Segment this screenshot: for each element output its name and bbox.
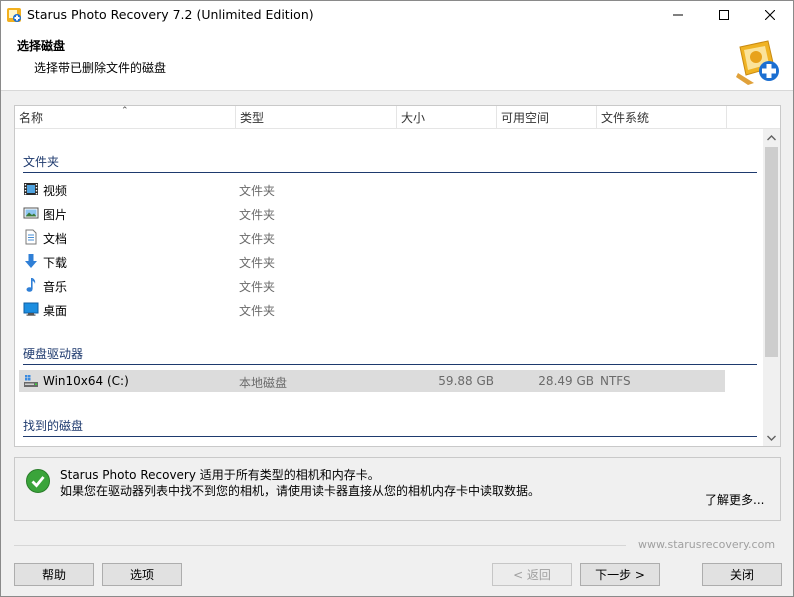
list-item-folder[interactable]: 音乐 文件夹 — [19, 274, 725, 296]
item-type: 文件夹 — [239, 256, 276, 270]
group-divider — [23, 172, 757, 173]
list-item-folder[interactable]: 图片 文件夹 — [19, 202, 725, 224]
document-icon — [25, 229, 37, 245]
list-item-folder[interactable]: 文档 文件夹 — [19, 226, 725, 248]
chevron-down-icon — [767, 435, 776, 441]
column-file-system[interactable]: 文件系统 — [597, 106, 727, 129]
scroll-thumb[interactable] — [765, 147, 778, 357]
item-type: 本地磁盘 — [239, 376, 288, 390]
close-button[interactable]: 关闭 — [702, 563, 782, 586]
column-free-space[interactable]: 可用空间 — [497, 106, 597, 129]
column-type[interactable]: 类型 — [236, 106, 397, 129]
group-drives-label: 硬盘驱动器 — [23, 347, 84, 361]
item-free-space: 28.49 GB — [538, 374, 594, 388]
item-name: 文档 — [43, 232, 68, 246]
info-line-1: Starus Photo Recovery 适用于所有类型的相机和内存卡。 — [60, 468, 380, 482]
group-divider — [23, 364, 757, 365]
options-button[interactable]: 选项 — [102, 563, 182, 586]
item-name: Win10x64 (C:) — [43, 374, 129, 388]
back-button[interactable]: < 返回 — [492, 563, 572, 586]
list-item-folder[interactable]: 桌面 文件夹 — [19, 298, 725, 320]
item-name: 下载 — [43, 256, 68, 270]
desktop-icon — [23, 302, 39, 316]
minimize-icon — [673, 14, 683, 16]
item-type: 文件夹 — [239, 208, 276, 222]
info-panel: Starus Photo Recovery 适用于所有类型的相机和内存卡。 如果… — [14, 457, 781, 521]
item-type: 文件夹 — [239, 184, 276, 198]
item-type: 文件夹 — [239, 280, 276, 294]
item-file-system: NTFS — [600, 374, 631, 388]
window-title: Starus Photo Recovery 7.2 (Unlimited Edi… — [27, 7, 314, 22]
list-item-folder[interactable]: 视频 文件夹 — [19, 178, 725, 200]
minimize-button[interactable] — [655, 1, 701, 29]
picture-icon — [23, 207, 39, 219]
maximize-icon — [719, 10, 729, 20]
page-subtitle: 选择带已删除文件的磁盘 — [34, 61, 167, 75]
sort-ascending-icon: ⌃ — [121, 106, 129, 116]
app-icon — [7, 8, 21, 22]
download-icon — [25, 254, 37, 268]
app-window: Starus Photo Recovery 7.2 (Unlimited Edi… — [0, 0, 794, 597]
check-icon — [26, 469, 50, 493]
group-found-label: 找到的磁盘 — [23, 419, 84, 433]
footer-divider — [14, 545, 626, 546]
list-item-drive[interactable]: Win10x64 (C:) 本地磁盘 59.88 GB 28.49 GB NTF… — [19, 370, 725, 392]
chevron-up-icon — [767, 134, 776, 140]
item-size: 59.88 GB — [438, 374, 494, 388]
help-button[interactable]: 帮助 — [14, 563, 94, 586]
close-window-button[interactable] — [747, 1, 793, 29]
item-type: 文件夹 — [239, 304, 276, 318]
vertical-scrollbar[interactable] — [763, 129, 780, 446]
info-line-2: 如果您在驱动器列表中找不到您的相机，请使用读卡器直接从您的相机内存卡中读取数据。 — [60, 484, 541, 498]
maximize-button[interactable] — [701, 1, 747, 29]
item-name: 音乐 — [43, 280, 68, 294]
page-title: 选择磁盘 — [17, 39, 66, 53]
wizard-header: 选择磁盘 选择带已删除文件的磁盘 — [1, 29, 793, 91]
drive-icon — [24, 375, 38, 387]
music-icon — [26, 278, 36, 292]
video-icon — [24, 183, 38, 195]
column-size[interactable]: 大小 — [397, 106, 497, 129]
title-bar: Starus Photo Recovery 7.2 (Unlimited Edi… — [1, 1, 793, 29]
scroll-down-button[interactable] — [763, 429, 780, 446]
item-type: 文件夹 — [239, 232, 276, 246]
item-name: 视频 — [43, 184, 68, 198]
next-button[interactable]: 下一步 > — [580, 563, 660, 586]
scroll-up-button[interactable] — [763, 129, 780, 146]
item-name: 桌面 — [43, 304, 68, 318]
group-divider — [23, 436, 757, 437]
column-header: 名称 ⌃ 类型 大小 可用空间 文件系统 — [15, 106, 780, 129]
group-folders-label: 文件夹 — [23, 155, 60, 169]
learn-more-link[interactable]: 了解更多... — [705, 491, 764, 508]
close-icon — [765, 10, 775, 20]
list-item-folder[interactable]: 下载 文件夹 — [19, 250, 725, 272]
disk-list[interactable]: 名称 ⌃ 类型 大小 可用空间 文件系统 文件夹 视频 文件夹 图片 文件夹 文… — [14, 105, 781, 447]
product-logo-icon — [736, 40, 779, 85]
website-link[interactable]: www.starusrecovery.com — [638, 538, 775, 551]
item-name: 图片 — [43, 208, 68, 222]
